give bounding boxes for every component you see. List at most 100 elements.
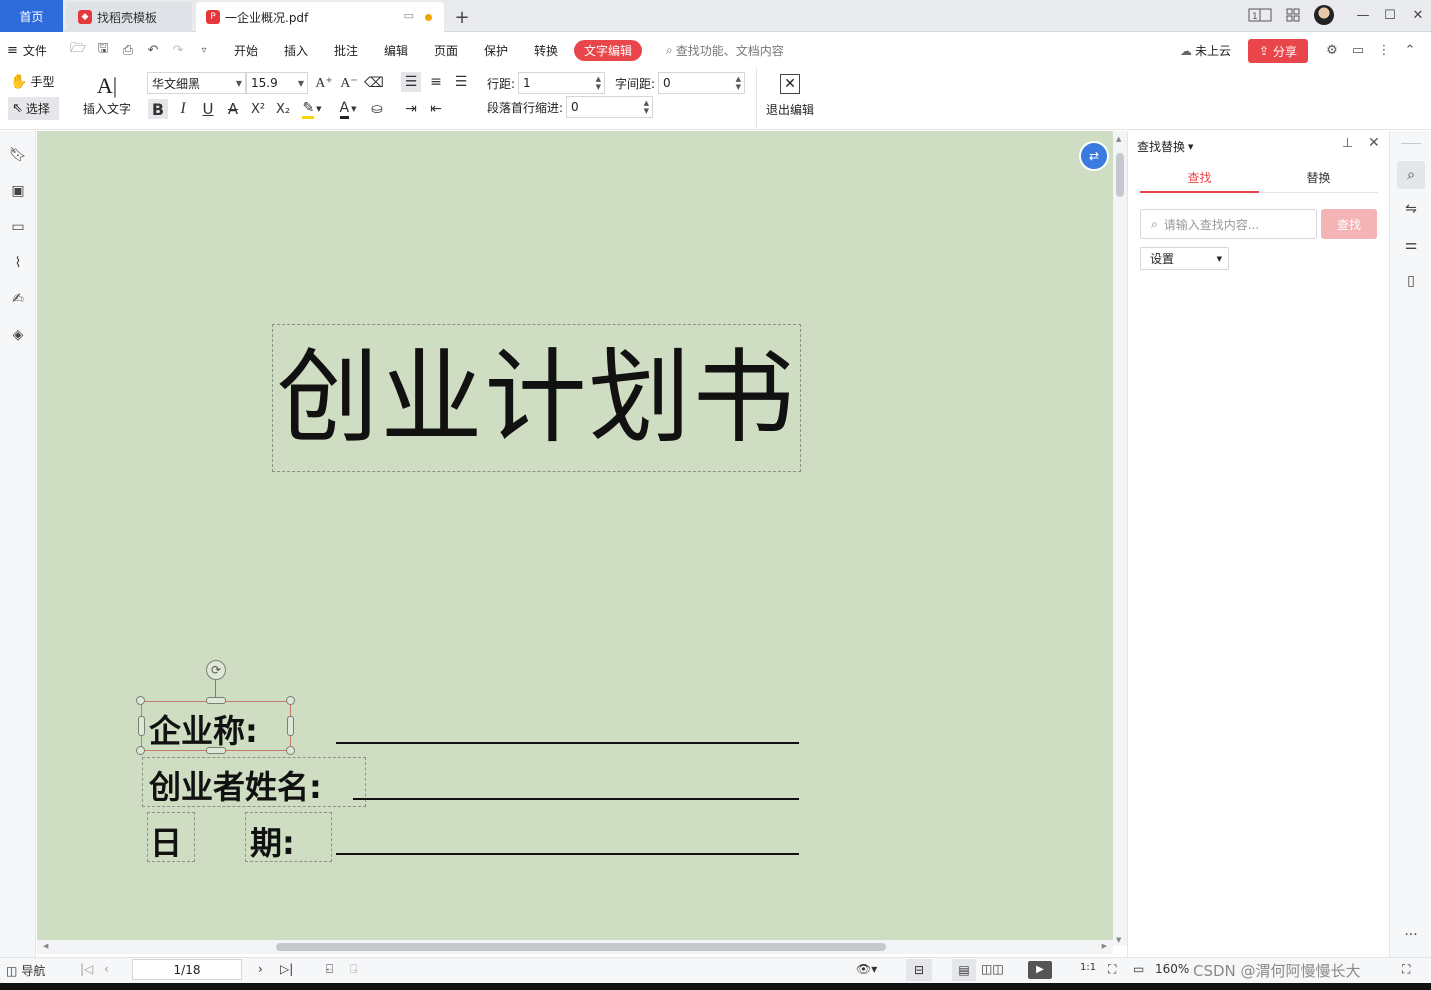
find-replace-icon[interactable]: ⌕ — [1397, 161, 1425, 189]
first-page-icon[interactable]: |◁ — [80, 962, 93, 976]
minimize-icon[interactable]: — — [1348, 0, 1378, 30]
back-view-icon[interactable]: ⍇ — [326, 962, 333, 977]
fit-page-icon[interactable]: ⛶ — [1108, 962, 1116, 977]
font-color-icon[interactable]: A ▼ — [334, 99, 362, 119]
date-label-second[interactable]: 期: — [250, 818, 295, 864]
align-left-icon[interactable]: ☰ — [401, 72, 421, 92]
company-label[interactable]: 企业称: — [149, 706, 258, 752]
date-label-first[interactable]: 日 — [150, 818, 182, 864]
eraser-icon[interactable]: ⌫ — [364, 73, 384, 93]
layers-icon[interactable]: ◈ — [6, 323, 30, 347]
apps-grid-icon[interactable] — [1278, 0, 1308, 30]
resize-handle[interactable] — [136, 746, 145, 755]
thumbnail-icon[interactable]: ▣ — [6, 179, 30, 203]
zoom-level[interactable]: 160% — [1155, 962, 1189, 976]
save-icon[interactable]: 🖫 — [93, 40, 113, 60]
translate-icon[interactable]: ⇋ — [1399, 197, 1423, 221]
settings-gear-icon[interactable]: ⚙ — [1322, 40, 1342, 60]
tab-home[interactable]: 首页 — [0, 0, 63, 32]
line-spacing-input[interactable]: 1 ▲ ▼ — [518, 72, 605, 94]
format-painter-icon[interactable]: ⛀ — [367, 99, 387, 119]
settings-dropdown[interactable]: 设置 ▼ — [1140, 247, 1229, 270]
close-icon[interactable]: ✕ — [1403, 0, 1431, 30]
prev-page-icon[interactable]: ‹ — [104, 962, 109, 976]
scroll-right-icon[interactable]: ▶ — [1102, 942, 1107, 950]
scroll-left-icon[interactable]: ◀ — [43, 942, 48, 950]
pin-icon[interactable]: ⊥ — [1342, 136, 1353, 151]
tab-preview-icon[interactable]: ▭ — [404, 9, 414, 22]
window-layout-icon[interactable]: 1 — [1246, 0, 1274, 30]
fit-width-icon[interactable]: ⊟ — [906, 959, 932, 981]
indent-increase-icon[interactable]: ⇥ — [401, 99, 421, 119]
scroll-down-icon[interactable]: ▼ — [1116, 936, 1121, 944]
menu-item-start[interactable]: 开始 — [234, 42, 258, 59]
superscript-icon[interactable]: X² — [248, 99, 268, 119]
subscript-icon[interactable]: X₂ — [273, 99, 293, 119]
feedback-icon[interactable]: ▭ — [1348, 40, 1368, 60]
resize-handle[interactable] — [206, 747, 226, 754]
strikethrough-icon[interactable]: A — [223, 99, 243, 119]
tab-document[interactable]: P 一企业概况.pdf ▭ — [196, 2, 444, 32]
align-right-icon[interactable]: ☰ — [451, 72, 471, 92]
font-name-select[interactable]: 华文细黑 ▼ — [147, 72, 246, 94]
bold-icon[interactable]: B — [148, 99, 168, 119]
maximize-icon[interactable]: ☐ — [1375, 0, 1405, 30]
bookmark-icon[interactable]: 🔖︎ — [6, 143, 30, 167]
hand-tool[interactable]: ✋ 手型 — [10, 73, 54, 90]
cloud-status[interactable]: ☁ 未上云 — [1180, 42, 1231, 59]
panel-title[interactable]: 查找替换 ▼ — [1137, 138, 1193, 155]
translate-float-icon[interactable]: ⇄ — [1079, 141, 1109, 171]
char-spacing-input[interactable]: 0 ▲ ▼ — [658, 72, 745, 94]
comment-icon[interactable]: ▭ — [6, 215, 30, 239]
last-page-icon[interactable]: ▷| — [280, 962, 293, 976]
single-page-icon[interactable]: ▤ — [952, 959, 976, 981]
font-size-select[interactable]: 15.9 ▼ — [246, 72, 308, 94]
forward-view-icon[interactable]: ⍈ — [350, 962, 357, 977]
document-canvas[interactable]: 创业计划书 企业称: ⟳ 创业者姓名: 日 期: ⇄ — [37, 131, 1113, 940]
tab-replace[interactable]: 替换 — [1259, 169, 1378, 193]
indent-decrease-icon[interactable]: ⇤ — [426, 99, 446, 119]
underline-icon[interactable]: U — [198, 99, 218, 119]
font-increase-icon[interactable]: A⁺ — [314, 73, 334, 93]
nav-toggle[interactable]: ◫ 导航 — [6, 962, 45, 979]
reading-mode-icon[interactable]: ▯ — [1399, 269, 1423, 293]
attachment-icon[interactable]: ⌇ — [6, 251, 30, 275]
quick-access-dropdown-icon[interactable]: ▿ — [194, 40, 214, 60]
redo-icon[interactable]: ↷ — [168, 40, 188, 60]
rotate-page-icon[interactable]: ▭ — [1133, 962, 1144, 976]
print-icon[interactable]: ⎙ — [118, 40, 138, 60]
select-tool[interactable]: ⇖ 选择 — [8, 97, 59, 120]
menu-item-insert[interactable]: 插入 — [284, 42, 308, 59]
menu-item-annotate[interactable]: 批注 — [334, 42, 358, 59]
exit-edit-button[interactable]: ✕ 退出编辑 — [764, 74, 816, 118]
find-input[interactable]: ⌕ 请输入查找内容... — [1140, 209, 1317, 239]
panel-close-icon[interactable]: ✕ — [1368, 135, 1380, 151]
founder-label[interactable]: 创业者姓名: — [149, 762, 322, 808]
tab-find[interactable]: 查找 — [1140, 169, 1259, 193]
next-page-icon[interactable]: › — [258, 962, 263, 976]
collapse-ribbon-icon[interactable]: ⌃ — [1400, 40, 1420, 60]
highlight-color-icon[interactable]: ✎ ▼ — [298, 99, 326, 119]
menu-item-page[interactable]: 页面 — [434, 42, 458, 59]
file-menu[interactable]: ≡ 文件 — [7, 42, 47, 59]
scroll-up-icon[interactable]: ▲ — [1116, 135, 1121, 143]
play-slideshow-icon[interactable]: ▶ — [1028, 961, 1052, 979]
align-center-icon[interactable]: ≡ — [426, 72, 446, 92]
more-horizontal-icon[interactable]: ··· — [1399, 923, 1423, 947]
menu-item-convert[interactable]: 转换 — [534, 42, 558, 59]
resize-handle[interactable] — [287, 716, 294, 736]
font-decrease-icon[interactable]: A⁻ — [339, 73, 359, 93]
menu-item-text-edit[interactable]: 文字编辑 — [574, 40, 642, 61]
scrollbar-thumb[interactable] — [1116, 153, 1124, 197]
fullscreen-icon[interactable]: ⛶ — [1402, 962, 1410, 977]
signature-icon[interactable]: ✍ — [6, 287, 30, 311]
horizontal-scrollbar[interactable]: ◀ ▶ — [37, 940, 1113, 954]
resize-handle[interactable] — [136, 696, 145, 705]
resize-handle[interactable] — [138, 716, 145, 736]
vertical-scrollbar[interactable]: ▲ ▼ — [1113, 131, 1127, 946]
rotate-handle-icon[interactable]: ⟳ — [206, 660, 226, 680]
share-button[interactable]: ⇪ 分享 — [1248, 39, 1308, 63]
resize-handle[interactable] — [206, 697, 226, 704]
italic-icon[interactable]: I — [173, 99, 193, 119]
avatar[interactable] — [1309, 0, 1339, 30]
